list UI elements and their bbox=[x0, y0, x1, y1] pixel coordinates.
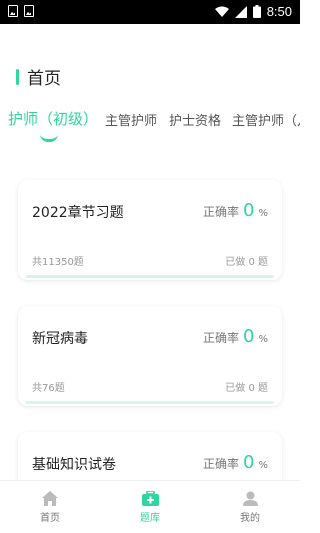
card-title: 基础知识试卷 bbox=[32, 457, 116, 473]
cellular-signal-icon bbox=[234, 5, 247, 18]
status-time: 8:50 bbox=[266, 4, 292, 19]
question-set-card[interactable]: 2022章节习题 正确率 0 % 共11350题 已做 0 题 bbox=[18, 180, 282, 280]
accuracy-stat: 正确率 0 % bbox=[203, 452, 268, 473]
progress-bar bbox=[26, 275, 274, 278]
progress-bar bbox=[26, 401, 274, 404]
status-indicators: 8:50 bbox=[214, 4, 292, 19]
profile-icon bbox=[242, 491, 258, 506]
question-set-card[interactable]: 新冠病毒 正确率 0 % 共76题 已做 0 题 bbox=[18, 306, 282, 406]
tab-supervisor-nurse-pediatrics[interactable]: 主管护师（儿科） bbox=[232, 110, 300, 129]
app-notification-icon bbox=[24, 5, 34, 17]
image-notification-icon bbox=[8, 5, 18, 17]
page-title: 首页 bbox=[27, 69, 61, 89]
wifi-icon bbox=[214, 6, 229, 17]
tab-nurse-junior[interactable]: 护师（初级） bbox=[8, 108, 98, 129]
accuracy-value: 0 bbox=[243, 326, 255, 347]
title-accent-bar bbox=[16, 68, 19, 85]
active-tab-indicator bbox=[40, 134, 58, 142]
accuracy-unit: % bbox=[258, 334, 268, 345]
bottom-navigation: 首页 题库 我的 bbox=[0, 480, 300, 533]
accuracy-unit: % bbox=[258, 208, 268, 219]
accuracy-stat: 正确率 0 % bbox=[203, 200, 268, 221]
question-total: 共11350题 bbox=[32, 257, 84, 268]
nav-profile-label: 我的 bbox=[240, 512, 260, 524]
nav-question-bank[interactable]: 题库 bbox=[100, 481, 200, 533]
question-total: 共76题 bbox=[32, 383, 65, 394]
home-icon bbox=[42, 490, 58, 506]
battery-icon bbox=[252, 5, 261, 18]
nav-question-bank-label: 题库 bbox=[140, 512, 160, 524]
accuracy-label: 正确率 bbox=[203, 331, 240, 345]
accuracy-stat: 正确率 0 % bbox=[203, 326, 268, 347]
tab-nurse-qualification[interactable]: 护士资格 bbox=[169, 110, 221, 129]
accuracy-unit: % bbox=[258, 460, 268, 471]
questions-done: 已做 0 题 bbox=[225, 383, 268, 394]
card-title: 2022章节习题 bbox=[32, 205, 124, 221]
page-header: 首页 bbox=[16, 64, 61, 89]
medical-kit-icon bbox=[141, 490, 159, 506]
nav-home[interactable]: 首页 bbox=[0, 481, 100, 533]
accuracy-label: 正确率 bbox=[203, 457, 240, 471]
accuracy-value: 0 bbox=[243, 452, 255, 473]
accuracy-label: 正确率 bbox=[203, 205, 240, 219]
status-bar: 8:50 bbox=[0, 0, 300, 24]
status-notifications bbox=[8, 5, 34, 17]
nav-profile[interactable]: 我的 bbox=[200, 481, 300, 533]
accuracy-value: 0 bbox=[243, 200, 255, 221]
card-title: 新冠病毒 bbox=[32, 331, 88, 347]
category-tabs: 护师（初级） 主管护师 护士资格 主管护师（儿科） bbox=[0, 108, 300, 148]
nav-home-label: 首页 bbox=[40, 512, 60, 524]
questions-done: 已做 0 题 bbox=[225, 257, 268, 268]
tab-supervisor-nurse[interactable]: 主管护师 bbox=[105, 110, 157, 129]
